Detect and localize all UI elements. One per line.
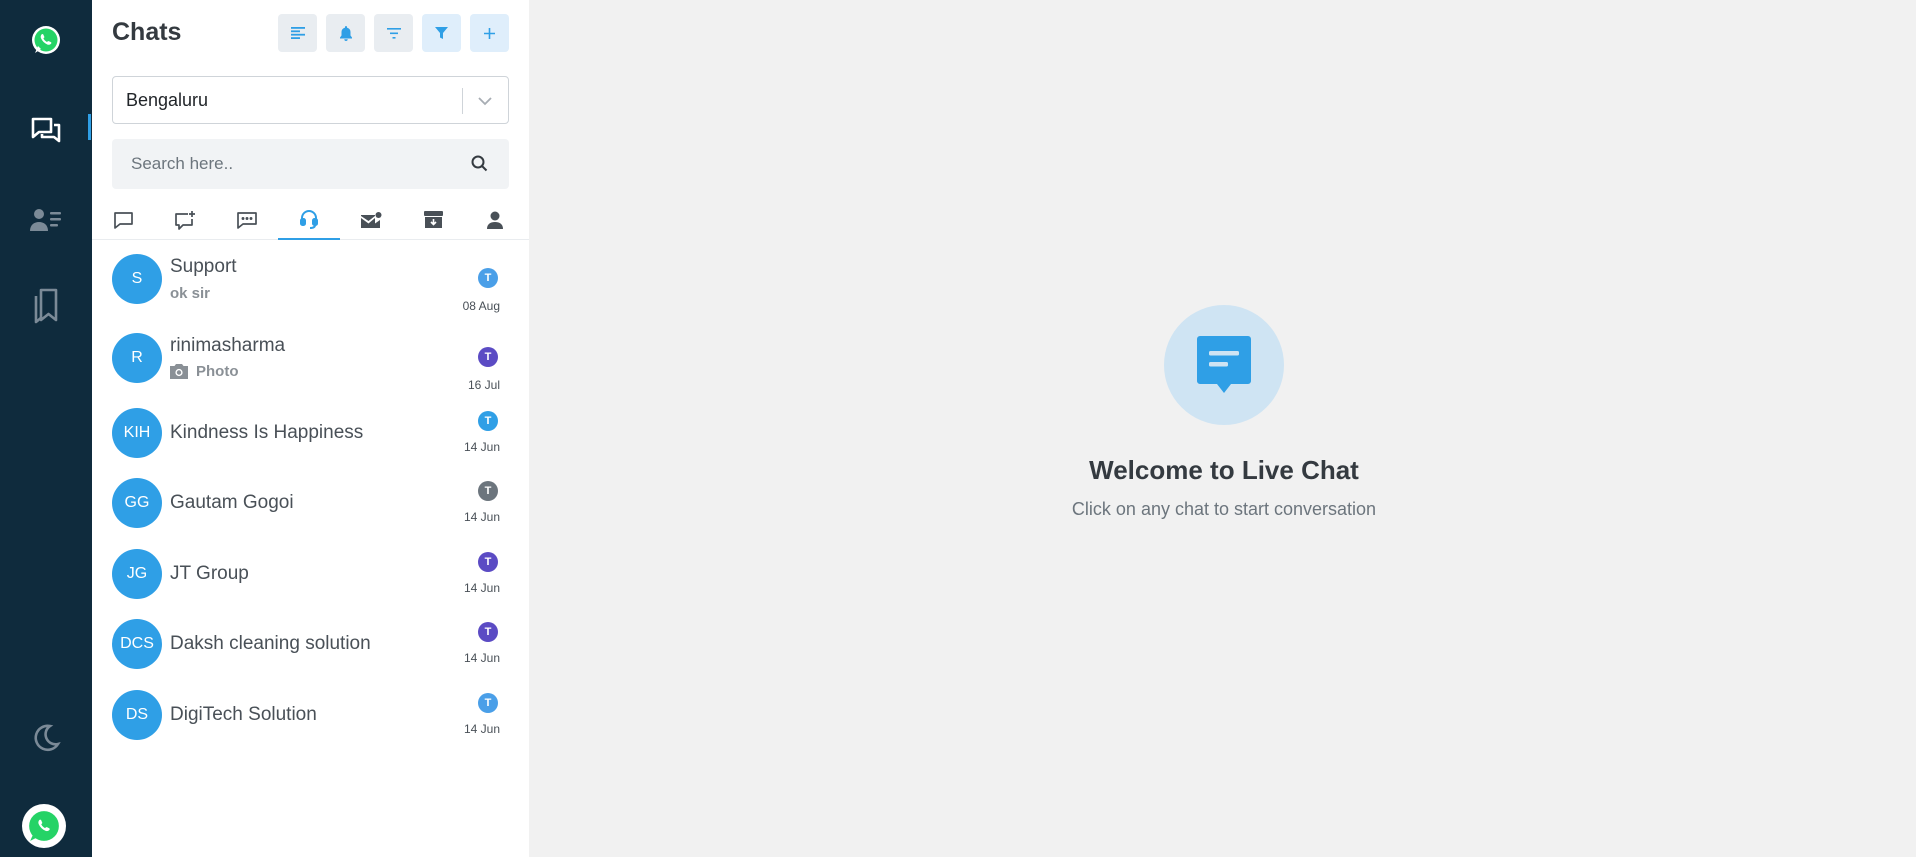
search-box — [112, 139, 509, 189]
search-input[interactable] — [112, 139, 452, 189]
tab-support[interactable] — [278, 200, 340, 240]
avatar: JG — [112, 549, 162, 599]
chat-preview: ok sir — [170, 285, 210, 302]
chat-item-jt-group[interactable]: JG JT Group T 14 Jun — [92, 549, 529, 617]
chat-date: 14 Jun — [463, 440, 500, 454]
location-select[interactable]: Bengaluru — [112, 76, 509, 124]
funnel-icon — [435, 26, 448, 39]
search-icon[interactable] — [470, 154, 489, 173]
avatar: GG — [112, 478, 162, 528]
whatsapp-avatar-icon[interactable] — [22, 804, 66, 848]
user-icon — [487, 211, 503, 229]
tab-new-chats[interactable] — [154, 200, 216, 240]
chat-item-digitech-solution[interactable]: DS DigiTech Solution T 14 Jun — [92, 690, 529, 758]
avatar: KIH — [112, 408, 162, 458]
tab-messages[interactable] — [216, 200, 278, 240]
sort-button[interactable] — [374, 14, 413, 52]
contacts-icon[interactable] — [0, 192, 92, 248]
chat-name: JT Group — [170, 563, 249, 584]
chat-date: 14 Jun — [463, 651, 500, 665]
tab-mail[interactable] — [340, 200, 402, 240]
tab-chats[interactable] — [92, 200, 154, 240]
status-badge: T — [478, 552, 498, 572]
chat-name: Daksh cleaning solution — [170, 633, 371, 654]
sort-icon — [386, 27, 401, 39]
plus-icon — [484, 27, 495, 39]
headset-icon — [300, 210, 318, 229]
camera-icon — [170, 364, 188, 379]
location-select-value: Bengaluru — [126, 90, 209, 110]
chat-name: rinimasharma — [170, 335, 286, 356]
chat-filter-tabs — [92, 200, 529, 240]
message-icon — [1197, 336, 1251, 393]
welcome-illustration — [1164, 305, 1284, 425]
chat-date: 16 Jul — [467, 378, 500, 392]
mail-icon — [360, 211, 381, 228]
add-chat-button[interactable] — [470, 14, 509, 52]
chevron-down-icon — [478, 97, 492, 106]
whatsapp-logo-icon[interactable] — [0, 12, 92, 68]
chat-item-support[interactable]: S Support ok sir T 08 Aug — [92, 244, 529, 313]
chat-name: Support — [170, 256, 237, 277]
avatar: DCS — [112, 619, 162, 669]
nav-rail — [0, 0, 92, 857]
chats-icon[interactable] — [0, 103, 92, 159]
chat-item-daksh-cleaning-solution[interactable]: DCS Daksh cleaning solution T 14 Jun — [92, 619, 529, 687]
chat-date: 14 Jun — [463, 722, 500, 736]
bookmarks-icon[interactable] — [0, 278, 92, 334]
align-left-icon — [290, 27, 305, 39]
welcome-title: Welcome to Live Chat — [1089, 455, 1359, 485]
active-indicator — [88, 114, 91, 140]
chat-plus-icon — [174, 210, 195, 230]
chat-date: 08 Aug — [462, 299, 500, 313]
chat-square-icon — [113, 211, 133, 229]
status-badge: T — [478, 411, 498, 431]
status-badge: T — [478, 622, 498, 642]
chat-dots-icon — [237, 211, 257, 229]
avatar: S — [112, 254, 162, 304]
chat-preview: Photo — [170, 363, 239, 380]
chat-list-panel: Chats Bengaluru Search here.. S Support … — [92, 0, 529, 857]
chat-name: DigiTech Solution — [170, 704, 317, 725]
chat-date: 14 Jun — [463, 510, 500, 524]
archive-icon — [423, 211, 443, 228]
bell-icon — [339, 25, 352, 41]
status-badge: T — [478, 481, 498, 501]
status-badge: T — [478, 347, 498, 367]
chat-name: Gautam Gogoi — [170, 492, 294, 513]
status-badge: T — [478, 693, 498, 713]
chat-item-rinimasharma[interactable]: R rinimasharma Photo T 16 Jul — [92, 323, 529, 392]
chat-name: Kindness Is Happiness — [170, 422, 364, 443]
moon-icon[interactable] — [0, 710, 92, 766]
page-title: Chats — [112, 18, 182, 46]
filter-button[interactable] — [422, 14, 461, 52]
tab-archive[interactable] — [402, 200, 464, 240]
chat-item-gautam-gogoi[interactable]: GG Gautam Gogoi T 14 Jun — [92, 478, 529, 546]
chat-date: 14 Jun — [463, 581, 500, 595]
chat-preview-text: ok sir — [170, 285, 211, 302]
chat-preview-text: Photo — [196, 363, 239, 380]
avatar: R — [112, 333, 162, 383]
notifications-button[interactable] — [326, 14, 365, 52]
align-left-button[interactable] — [278, 14, 317, 52]
status-badge: T — [478, 268, 498, 288]
tab-contacts[interactable] — [464, 200, 526, 240]
welcome-subtitle: Click on any chat to start conversation — [1071, 499, 1377, 519]
select-divider — [462, 88, 463, 114]
avatar: DS — [112, 690, 162, 740]
chat-item-kindness-is-happiness[interactable]: KIH Kindness Is Happiness T 14 Jun — [92, 408, 529, 476]
